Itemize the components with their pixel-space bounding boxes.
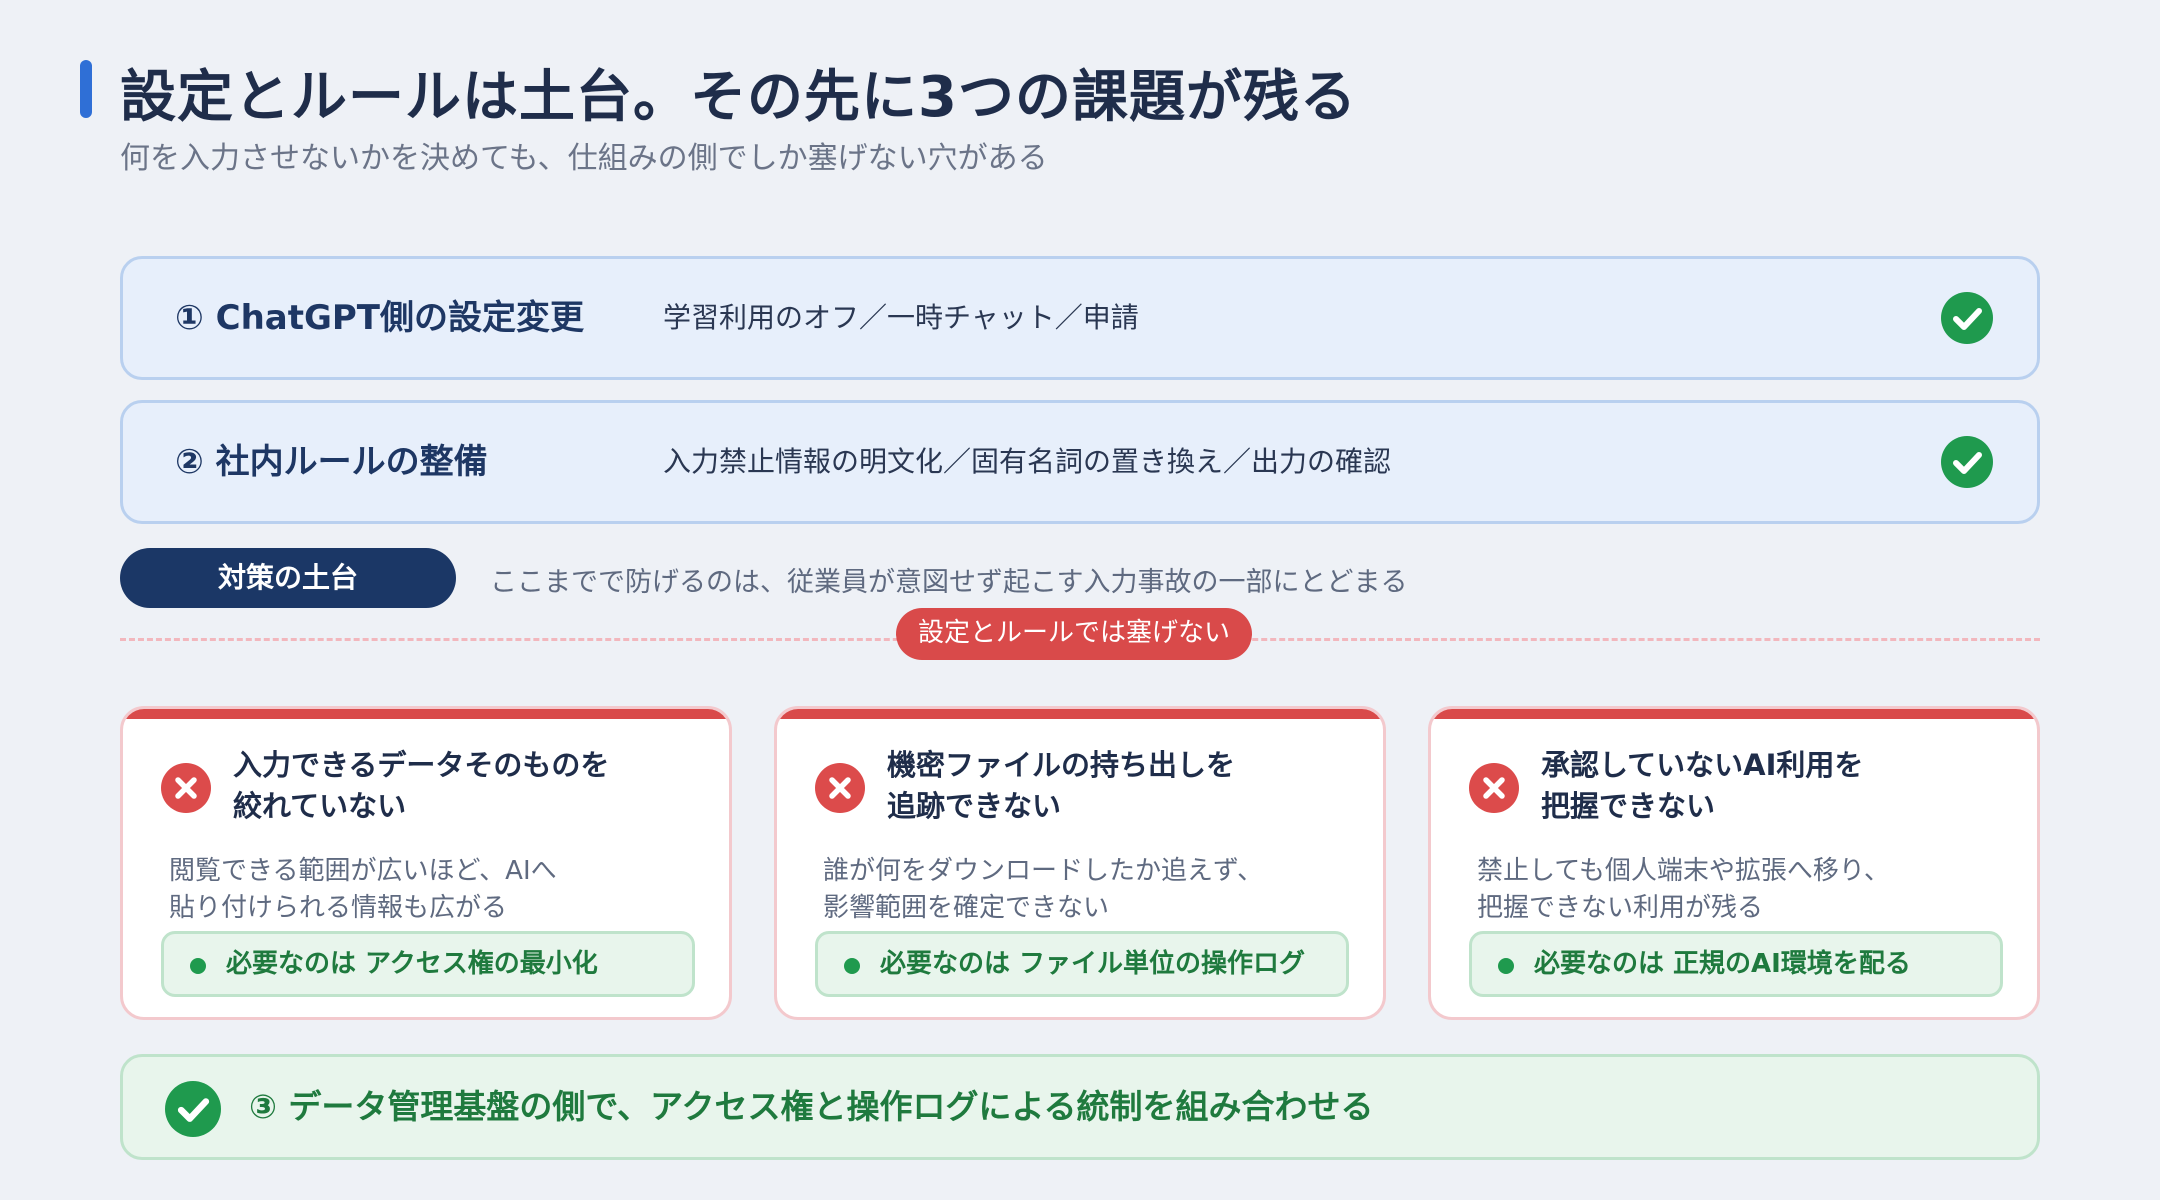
divider-tag: 設定とルールでは塞げない: [896, 608, 1252, 660]
issue-card-file-tracking: 機密ファイルの持ち出しを 追跡できない 誰が何をダウンロードしたか追えず、 影響…: [774, 706, 1386, 1020]
bullet-dot-icon: [844, 958, 860, 974]
check-icon: [165, 1081, 221, 1137]
issue-card-unapproved-ai: 承認していないAI利用を 把握できない 禁止しても個人端末や拡張へ移り、 把握で…: [1428, 706, 2040, 1020]
step-description: 入力禁止情報の明文化／固有名詞の置き換え／出力の確認: [663, 445, 1392, 478]
issue-card-data-scope: 入力できるデータそのものを 絞れていない 閲覧できる範囲が広いほど、AIへ 貼り…: [120, 706, 732, 1020]
requirement-box: 必要なのは ファイル単位の操作ログ: [815, 931, 1349, 997]
final-solution-text: ③ データ管理基盤の側で、アクセス権と操作ログによる統制を組み合わせる: [249, 1087, 1374, 1126]
check-icon: [1941, 436, 1993, 488]
card-top-stripe: [1431, 709, 2037, 719]
card-top-stripe: [123, 709, 729, 719]
bullet-dot-icon: [190, 958, 206, 974]
page-subtitle: 何を入力させないかを決めても、仕組みの側でしか塞げない穴がある: [120, 141, 1048, 176]
requirement-box: 必要なのは 正規のAI環境を配る: [1469, 931, 2003, 997]
requirement-text: 必要なのは 正規のAI環境を配る: [1534, 949, 1911, 979]
requirement-text: 必要なのは ファイル単位の操作ログ: [880, 949, 1306, 979]
x-icon: [815, 763, 865, 813]
step-internal-rules: ② 社内ルールの整備 入力禁止情報の明文化／固有名詞の置き換え／出力の確認: [120, 400, 2040, 524]
page-title: 設定とルールは土台。その先に3つの課題が残る: [120, 65, 1357, 130]
bullet-dot-icon: [1498, 958, 1514, 974]
foundation-pill: 対策の土台: [120, 548, 456, 608]
issue-title: 承認していないAI利用を 把握できない: [1541, 748, 1864, 823]
title-accent-bar: [80, 60, 92, 118]
issue-body: 誰が何をダウンロードしたか追えず、 影響範囲を確定できない: [823, 856, 1264, 923]
final-solution-row: ③ データ管理基盤の側で、アクセス権と操作ログによる統制を組み合わせる: [120, 1054, 2040, 1160]
requirement-box: 必要なのは アクセス権の最小化: [161, 931, 695, 997]
foundation-note: ここまでで防げるのは、従業員が意図せず起こす入力事故の一部にとどまる: [490, 567, 1408, 598]
issue-title: 入力できるデータそのものを 絞れていない: [233, 748, 610, 823]
step-chatgpt-settings: ① ChatGPT側の設定変更 学習利用のオフ／一時チャット／申請: [120, 256, 2040, 380]
card-top-stripe: [777, 709, 1383, 719]
step-description: 学習利用のオフ／一時チャット／申請: [663, 301, 1139, 334]
issue-body: 禁止しても個人端末や拡張へ移り、 把握できない利用が残る: [1477, 856, 1890, 923]
issue-title: 機密ファイルの持ち出しを 追跡できない: [887, 748, 1236, 823]
x-icon: [1469, 763, 1519, 813]
check-icon: [1941, 292, 1993, 344]
step-label: ② 社内ルールの整備: [175, 442, 488, 482]
step-label: ① ChatGPT側の設定変更: [175, 298, 584, 338]
issue-body: 閲覧できる範囲が広いほど、AIへ 貼り付けられる情報も広がる: [169, 856, 557, 923]
requirement-text: 必要なのは アクセス権の最小化: [226, 949, 598, 979]
x-icon: [161, 763, 211, 813]
